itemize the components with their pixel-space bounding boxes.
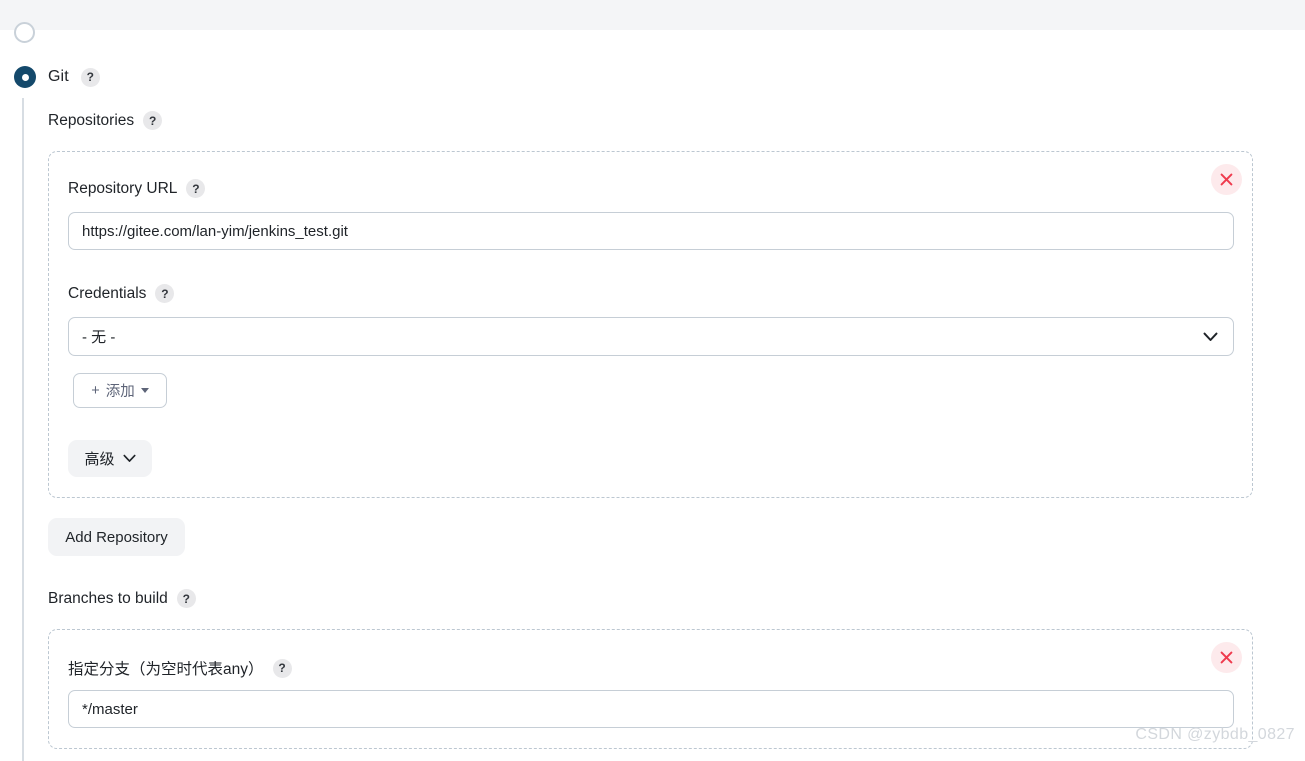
- credentials-label: Credentials: [68, 284, 147, 302]
- help-icon-branches[interactable]: ?: [176, 589, 196, 608]
- chevron-down-icon: [122, 450, 136, 467]
- repository-url-field-label: Repository URL ?: [68, 179, 206, 198]
- help-icon-credentials[interactable]: ?: [155, 284, 175, 303]
- advanced-toggle-button[interactable]: 高级: [68, 440, 152, 477]
- branch-specifier-input[interactable]: [68, 690, 1234, 728]
- radio-dot-icon: [21, 73, 29, 81]
- scm-radio-unselected-partial[interactable]: [14, 22, 35, 43]
- delete-branch-button[interactable]: [1211, 642, 1242, 673]
- repository-url-input[interactable]: [68, 212, 1234, 250]
- scm-option-git[interactable]: Git ?: [14, 66, 100, 88]
- delete-repository-button[interactable]: [1211, 164, 1242, 195]
- help-icon-branch-specifier[interactable]: ?: [272, 658, 292, 678]
- help-icon-repositories[interactable]: ?: [143, 111, 163, 130]
- branch-specifier-label: 指定分支（为空时代表any）: [68, 661, 264, 678]
- add-credentials-button[interactable]: + 添加: [73, 373, 167, 408]
- credentials-field-label: Credentials ?: [68, 284, 175, 303]
- close-icon: [1220, 173, 1233, 186]
- caret-down-icon: [140, 388, 149, 393]
- add-credentials-label: 添加: [105, 384, 135, 400]
- repository-url-label: Repository URL: [68, 179, 178, 197]
- repositories-label: Repositories: [48, 111, 135, 129]
- credentials-select-value[interactable]: - 无 -: [68, 317, 1234, 356]
- git-section-indent-guide: [22, 98, 24, 761]
- branch-entry-panel: [48, 629, 1253, 749]
- close-icon: [1220, 651, 1233, 664]
- git-label: Git: [48, 68, 69, 85]
- branch-specifier-field-label: 指定分支（为空时代表any） ?: [68, 657, 292, 679]
- add-repository-label: Add Repository: [65, 528, 168, 546]
- branches-to-build-label: Branches to build: [48, 589, 168, 607]
- help-icon-git[interactable]: ?: [80, 67, 100, 87]
- git-radio-button[interactable]: [14, 66, 36, 88]
- watermark: CSDN @zybdb_0827: [1135, 726, 1295, 743]
- credentials-select[interactable]: - 无 -: [68, 317, 1234, 356]
- branches-section: Branches to build ?: [48, 589, 196, 608]
- plus-icon: +: [91, 382, 100, 399]
- repositories-section: Repositories ?: [48, 111, 163, 130]
- help-icon-repository-url[interactable]: ?: [186, 179, 206, 198]
- advanced-label: 高级: [84, 451, 115, 468]
- cutoff-section-band: [0, 0, 1305, 30]
- add-repository-button[interactable]: Add Repository: [48, 518, 185, 556]
